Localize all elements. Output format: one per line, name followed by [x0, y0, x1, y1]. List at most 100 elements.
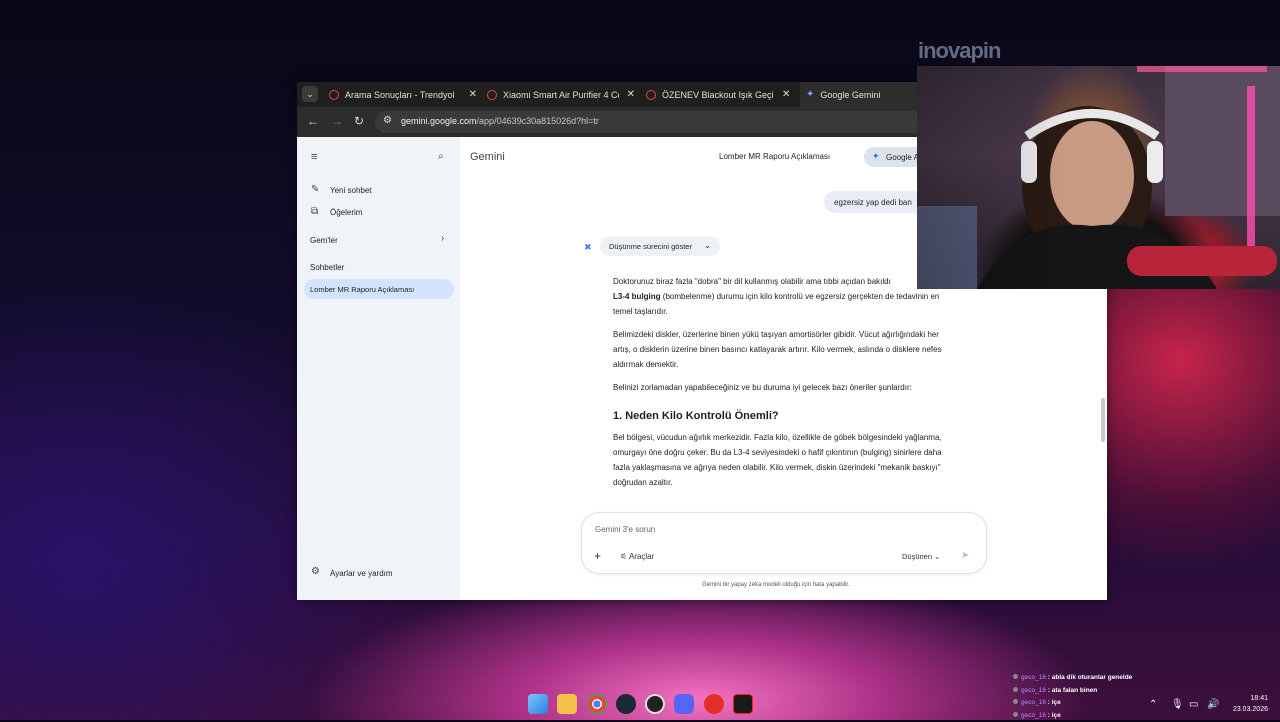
my-items-link[interactable]: Öğelerim [330, 208, 362, 217]
chat-line: geco_16 : abla dik oturanlar genelde [1013, 672, 1132, 685]
sidebar-chat-label[interactable]: Lomber MR Raporu Açıklaması [310, 285, 414, 294]
tools-icon: ⚟ [620, 552, 629, 561]
gems-link[interactable]: Gem'ler [310, 236, 338, 245]
tab-trendyol[interactable]: Arama Sonuçları - Trendyol ✕ [329, 82, 477, 107]
chat-badge-icon [1013, 712, 1018, 717]
show-thinking-button[interactable]: Düşünme sürecini göster ⌄ [600, 236, 720, 256]
discord-icon[interactable] [674, 694, 694, 714]
url-domain: gemini.google.com [401, 116, 477, 126]
scrollbar[interactable] [1101, 398, 1105, 442]
volume-icon[interactable]: 🔊 [1207, 699, 1219, 710]
chat-message: abla dik oturanlar genelde [1052, 674, 1133, 681]
tab-gemini[interactable]: ✦ Google Gemini [800, 82, 926, 107]
clock-date: 23.03.2026 [1224, 704, 1268, 715]
close-icon[interactable]: ✕ [627, 89, 635, 100]
prompt-input[interactable]: Gemini 3'e sorun [595, 525, 655, 534]
mode-label: Düşünen [902, 552, 932, 561]
chat-message: içe [1052, 699, 1061, 706]
forward-arrow-icon[interactable]: → [331, 114, 343, 128]
response-p1-start: Doktorunuz biraz fazla "dobra" bir dil k… [613, 277, 891, 286]
settings-help-button[interactable]: Ayarlar ve yardım [330, 569, 393, 578]
response-heading-text: 1. Neden Kilo Kontrolü Önemli? [613, 409, 953, 424]
tab-title: Google Gemini [820, 90, 880, 100]
steam-icon[interactable] [616, 694, 636, 714]
chevron-up-icon[interactable]: ⌃ [1149, 699, 1157, 710]
tab-ozenev[interactable]: ÖZENEV Blackout Işık Geçirmez ✕ [646, 82, 794, 107]
microphone-icon[interactable]: 🎙 [1171, 699, 1184, 710]
response-paragraph-2: Belimizdeki diskler, üzerlerine binen yü… [613, 327, 953, 372]
mode-selector[interactable]: Düşünen ⌄ [902, 552, 940, 561]
stream-chat-overlay: geco_16 : abla dik oturanlar genelde gec… [1013, 672, 1132, 722]
reload-icon[interactable]: ↻ [354, 114, 364, 128]
gemini-favicon-icon: ✦ [806, 89, 814, 100]
app-icon[interactable] [733, 694, 753, 714]
settings-icon: ⚙ [311, 566, 320, 577]
new-chat-icon: ✎ [311, 184, 319, 195]
sparkle-icon: ✦ [872, 151, 880, 162]
google-button-label: Google A [886, 153, 919, 162]
chat-user: geco_16 [1021, 687, 1046, 694]
items-icon: ⧉ [311, 206, 318, 217]
chat-badge-icon [1013, 699, 1018, 704]
obs-icon[interactable] [645, 694, 665, 714]
new-chat-button[interactable]: Yeni sohbet [330, 186, 372, 195]
network-icon[interactable]: ▭ [1189, 699, 1198, 710]
gemini-brand[interactable]: Gemini [470, 151, 505, 163]
add-icon[interactable]: + [594, 549, 601, 563]
clock-time: 18:41 [1224, 693, 1268, 704]
response-p1-end: (bombelenme) durumu için kilo kontrolü v… [613, 292, 939, 316]
tab-title: Arama Sonuçları - Trendyol [345, 90, 461, 100]
tab-xiaomi[interactable]: Xiaomi Smart Air Purifier 4 Com ✕ [487, 82, 635, 107]
trendyol-favicon-icon [329, 90, 339, 100]
sidebar: ≡ ⌕ ✎ Yeni sohbet ⧉ Öğelerim Gem'ler › S… [297, 137, 460, 600]
tools-button[interactable]: ⚟ Araçlar [620, 552, 654, 561]
response-paragraph-3: Belinizi zorlamadan yapabileceğiniz ve b… [613, 380, 953, 395]
url-path: /app/04639c30a815026d?hl=tr [477, 116, 599, 126]
site-favicon-icon [487, 90, 497, 100]
chevron-down-icon: ⌄ [704, 241, 711, 250]
chat-user: geco_16 [1021, 674, 1046, 681]
chat-user: geco_16 [1021, 699, 1046, 706]
back-arrow-icon[interactable]: ← [307, 114, 319, 128]
close-icon[interactable]: ✕ [782, 89, 790, 100]
file-explorer-icon[interactable] [557, 694, 577, 714]
webcam-overlay [917, 66, 1280, 289]
youtube-music-icon[interactable] [704, 694, 724, 714]
chat-line: geco_16 : içe [1013, 710, 1132, 722]
chat-user: geco_16 [1021, 712, 1046, 719]
close-icon[interactable]: ✕ [469, 89, 477, 100]
webcam-shade [917, 66, 1280, 289]
response-heading: 1. Neden Kilo Kontrolü Önemli? [613, 409, 953, 424]
chats-header: Sohbetler [310, 263, 344, 272]
tab-title: ÖZENEV Blackout Işık Geçirmez [662, 90, 774, 100]
chevron-right-icon[interactable]: › [441, 233, 444, 244]
chat-line: geco_16 : içe [1013, 697, 1132, 710]
url-text: gemini.google.com/app/04639c30a815026d?h… [401, 116, 599, 126]
chrome-icon[interactable] [587, 694, 607, 714]
prompt-composer[interactable]: Gemini 3'e sorun + ⚟ Araçlar Düşünen ⌄ ➤ [581, 512, 987, 574]
chat-title[interactable]: Lomber MR Raporu Açıklaması [719, 152, 830, 161]
chat-message: ata falan binen [1052, 687, 1098, 694]
chat-message: içe [1052, 712, 1061, 719]
channel-logo: inovapin [918, 38, 1000, 64]
windows-start-icon[interactable] [528, 694, 548, 714]
response-p1-bold: L3-4 bulging [613, 292, 661, 301]
tab-search-button[interactable]: ⌄ [302, 86, 318, 102]
chat-badge-icon [1013, 674, 1018, 679]
tools-label: Araçlar [629, 552, 654, 561]
chat-line: geco_16 : ata falan binen [1013, 685, 1132, 698]
send-icon[interactable]: ➤ [961, 550, 969, 561]
chat-badge-icon [1013, 687, 1018, 692]
system-clock[interactable]: 18:41 23.03.2026 [1224, 693, 1268, 715]
hamburger-menu-icon[interactable]: ≡ [311, 151, 317, 163]
response-paragraph-4: Bel bölgesi, vücudun ağırlık merkezidir.… [613, 430, 953, 490]
search-icon[interactable]: ⌕ [438, 151, 444, 162]
site-favicon-icon [646, 90, 656, 100]
response-paragraph-1: Doktorunuz biraz fazla "dobra" bir dil k… [613, 274, 953, 319]
disclaimer-text: Gemini bir yapay zeka modeli olduğu için… [702, 582, 850, 588]
show-thinking-label: Düşünme sürecini göster [609, 242, 692, 251]
url-field[interactable]: ⚙ gemini.google.com/app/04639c30a815026d… [375, 111, 995, 133]
site-info-icon[interactable]: ⚙ [383, 115, 392, 126]
tab-title: Xiaomi Smart Air Purifier 4 Com [503, 90, 619, 100]
gemini-spark-icon: ✖ [584, 242, 592, 253]
